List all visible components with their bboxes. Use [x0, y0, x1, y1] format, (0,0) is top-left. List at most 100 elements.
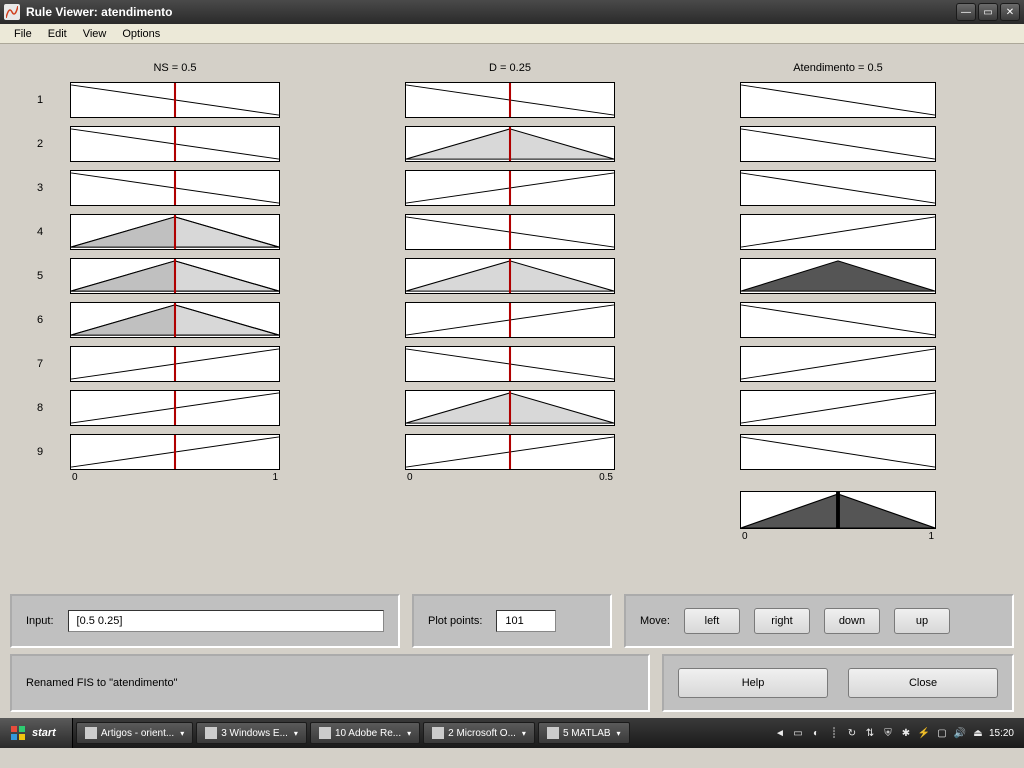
move-right-button[interactable]: right [754, 608, 810, 634]
menu-edit[interactable]: Edit [40, 26, 75, 42]
plotpoints-label: Plot points: [428, 615, 482, 627]
taskbar-item[interactable]: 10 Adobe Re...▾ [310, 722, 420, 744]
help-button[interactable]: Help [678, 668, 828, 698]
tray-shield-icon[interactable]: ⛨ [881, 726, 895, 740]
app-icon [4, 4, 20, 20]
menubar: File Edit View Options [0, 24, 1024, 44]
out-cell[interactable] [740, 170, 936, 206]
rule-number: 2 [10, 138, 70, 150]
input-field[interactable] [68, 610, 384, 632]
out-cell[interactable] [740, 214, 936, 250]
ns-cell[interactable] [70, 126, 280, 162]
ns-cell[interactable] [70, 434, 280, 470]
move-up-button[interactable]: up [894, 608, 950, 634]
close-button[interactable]: Close [848, 668, 998, 698]
status-panel: Renamed FIS to "atendimento" [10, 654, 650, 712]
chevron-down-icon: ▾ [180, 729, 184, 738]
plotpoints-field[interactable] [496, 610, 556, 632]
taskbar-item-icon [432, 727, 444, 739]
d-cell[interactable] [405, 390, 615, 426]
out-cell[interactable] [740, 302, 936, 338]
tray-bluetooth-icon[interactable]: ✱ [899, 726, 913, 740]
d-cell[interactable] [405, 258, 615, 294]
start-button[interactable]: start [0, 718, 73, 748]
axis-out: 01 [740, 529, 936, 542]
out-cell[interactable] [740, 258, 936, 294]
rule-row: 9 [10, 434, 1014, 470]
out-cell[interactable] [740, 346, 936, 382]
titlebar: Rule Viewer: atendimento — ▭ ✕ [0, 0, 1024, 24]
rule-row: 6 [10, 302, 1014, 338]
rule-number: 6 [10, 314, 70, 326]
taskbar-item-icon [205, 727, 217, 739]
rule-row: 7 [10, 346, 1014, 382]
taskbar-item[interactable]: Artigos - orient... ▾ [76, 722, 193, 744]
tray-battery-icon[interactable]: ⚡ [917, 726, 931, 740]
tray-volume-icon[interactable]: 🔊 [953, 726, 967, 740]
move-left-button[interactable]: left [684, 608, 740, 634]
d-cell[interactable] [405, 346, 615, 382]
menu-file[interactable]: File [6, 26, 40, 42]
ns-cell[interactable] [70, 214, 280, 250]
tray-monitor-icon[interactable]: ▢ [935, 726, 949, 740]
rule-number: 7 [10, 358, 70, 370]
menu-options[interactable]: Options [114, 26, 168, 42]
taskbar-item-label: Artigos - orient... [101, 728, 174, 739]
tray-sep-icon: ┊ [827, 726, 841, 740]
d-cell[interactable] [405, 302, 615, 338]
taskbar-item-icon [547, 727, 559, 739]
tray-wifi-icon[interactable]: ⇅ [863, 726, 877, 740]
input-label: Input: [26, 615, 54, 627]
tray-icon[interactable]: ◄ [773, 726, 787, 740]
close-window-button[interactable]: ✕ [1000, 3, 1020, 21]
clock[interactable]: 15:20 [989, 728, 1014, 739]
minimize-button[interactable]: — [956, 3, 976, 21]
ns-cell[interactable] [70, 82, 280, 118]
d-cell[interactable] [405, 434, 615, 470]
d-cell[interactable] [405, 82, 615, 118]
out-cell[interactable] [740, 434, 936, 470]
out-cell[interactable] [740, 390, 936, 426]
status-message: Renamed FIS to "atendimento" [26, 677, 178, 689]
rule-number: 5 [10, 270, 70, 282]
d-cell[interactable] [405, 214, 615, 250]
tray-refresh-icon[interactable]: ↻ [845, 726, 859, 740]
rule-row: 2 [10, 126, 1014, 162]
taskbar-item-label: 2 Microsoft O... [448, 728, 516, 739]
maximize-button[interactable]: ▭ [978, 3, 998, 21]
ns-cell[interactable] [70, 302, 280, 338]
ns-cell[interactable] [70, 390, 280, 426]
rule-canvas: NS = 0.5 D = 0.25 Atendimento = 0.5 1 2 … [0, 44, 1024, 584]
rule-row: 4 [10, 214, 1014, 250]
tray-desktop-icon[interactable]: ▭ [791, 726, 805, 740]
taskbar-item[interactable]: 5 MATLAB▾ [538, 722, 630, 744]
taskbar-item[interactable]: 3 Windows E...▾ [196, 722, 307, 744]
input-panel: Input: [10, 594, 400, 648]
chevron-down-icon: ▾ [407, 729, 411, 738]
axis-d: 00.5 [405, 470, 615, 483]
taskbar-item-icon [85, 727, 97, 739]
ns-cell[interactable] [70, 346, 280, 382]
taskbar-item[interactable]: 2 Microsoft O...▾ [423, 722, 535, 744]
d-cell[interactable] [405, 126, 615, 162]
out-cell[interactable] [740, 126, 936, 162]
ns-cell[interactable] [70, 170, 280, 206]
chevron-down-icon: ▾ [294, 729, 298, 738]
aggregate-output-cell[interactable] [740, 491, 936, 529]
rule-number: 4 [10, 226, 70, 238]
rule-number: 9 [10, 446, 70, 458]
rule-number: 3 [10, 182, 70, 194]
taskbar: start Artigos - orient...▾3 Windows E...… [0, 718, 1024, 748]
move-down-button[interactable]: down [824, 608, 880, 634]
ns-cell[interactable] [70, 258, 280, 294]
d-cell[interactable] [405, 170, 615, 206]
rule-number: 8 [10, 402, 70, 414]
move-label: Move: [640, 615, 670, 627]
axis-ns: 01 [70, 470, 280, 483]
out-cell[interactable] [740, 82, 936, 118]
system-tray: ◄ ▭ ◐ ┊ ↻ ⇅ ⛨ ✱ ⚡ ▢ 🔊 ⏏ 15:20 [767, 726, 1020, 740]
menu-view[interactable]: View [75, 26, 115, 42]
tray-network-icon[interactable]: ◐ [809, 726, 823, 740]
rule-row: 1 [10, 82, 1014, 118]
tray-eject-icon[interactable]: ⏏ [971, 726, 985, 740]
